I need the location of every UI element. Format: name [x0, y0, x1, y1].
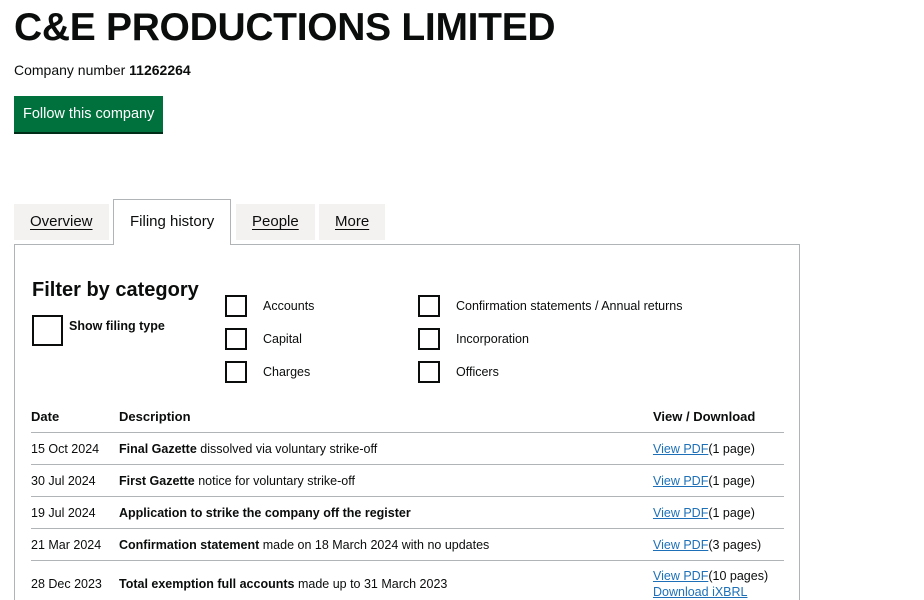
filing-detail: notice for voluntary strike-off — [194, 474, 355, 488]
filing-detail: made up to 31 March 2023 — [294, 577, 448, 591]
tab-overview[interactable]: Overview — [14, 204, 109, 240]
view-pdf-link[interactable]: View PDF — [653, 569, 708, 583]
filing-description: Application to strike the company off th… — [119, 506, 411, 520]
view-download: View PDF(3 pages) — [653, 538, 761, 552]
filing-detail: made on 18 March 2024 with no updates — [259, 538, 490, 552]
page-count: (1 page) — [708, 442, 755, 456]
tab-filing-history[interactable]: Filing history — [113, 199, 232, 245]
table-row: 15 Oct 2024 Final Gazette dissolved via … — [31, 432, 784, 464]
filing-date: 19 Jul 2024 — [31, 506, 96, 520]
company-name: C&E PRODUCTIONS LIMITED — [14, 6, 556, 49]
column-header-view-download: View / Download — [653, 409, 756, 424]
download-ixbrl-link[interactable]: Download iXBRL — [653, 585, 748, 599]
filing-type: Application to strike the company off th… — [119, 506, 411, 520]
column-header-date: Date — [31, 409, 60, 424]
page-count: (10 pages) — [708, 569, 769, 583]
filing-description: First Gazette notice for voluntary strik… — [119, 474, 355, 488]
show-filing-type-checkbox[interactable] — [32, 315, 63, 346]
page-count: (3 pages) — [708, 538, 762, 552]
category-officers[interactable]: Officers — [418, 361, 499, 383]
filing-type: Total exemption full accounts — [119, 577, 295, 591]
filing-type: Final Gazette — [119, 442, 197, 456]
view-pdf-link[interactable]: View PDF — [653, 474, 708, 488]
filing-type: First Gazette — [119, 474, 195, 488]
filing-date: 30 Jul 2024 — [31, 474, 96, 488]
table-row: 28 Dec 2023 Total exemption full account… — [31, 560, 784, 600]
follow-company-button[interactable]: Follow this company — [14, 96, 164, 132]
category-capital-checkbox[interactable] — [225, 328, 247, 350]
tab-more[interactable]: More — [319, 204, 386, 240]
tab-people[interactable]: People — [236, 204, 315, 240]
company-number-label: Company number — [14, 62, 126, 78]
category-charges-checkbox[interactable] — [225, 361, 247, 383]
category-officers-checkbox[interactable] — [418, 361, 440, 383]
table-row: 30 Jul 2024 First Gazette notice for vol… — [31, 464, 784, 496]
filing-description: Final Gazette dissolved via voluntary st… — [119, 442, 377, 456]
category-incorporation[interactable]: Incorporation — [418, 328, 529, 350]
category-label: Accounts — [263, 299, 315, 313]
view-pdf-link[interactable]: View PDF — [653, 506, 708, 520]
view-pdf-link[interactable]: View PDF — [653, 538, 708, 552]
filing-date: 15 Oct 2024 — [31, 442, 100, 456]
filing-description: Total exemption full accounts made up to… — [119, 577, 447, 591]
category-label: Confirmation statements / Annual returns — [456, 299, 683, 313]
category-accounts[interactable]: Accounts — [225, 295, 314, 317]
table-row: 21 Mar 2024 Confirmation statement made … — [31, 528, 784, 560]
category-capital[interactable]: Capital — [225, 328, 302, 350]
category-label: Incorporation — [456, 332, 529, 346]
filing-detail: dissolved via voluntary strike-off — [196, 442, 378, 456]
category-confirmation-statements-checkbox[interactable] — [418, 295, 440, 317]
column-header-description: Description — [119, 409, 191, 424]
table-row: 19 Jul 2024 Application to strike the co… — [31, 496, 784, 528]
view-download: View PDF(10 pages) — [653, 569, 768, 583]
category-charges[interactable]: Charges — [225, 361, 310, 383]
category-label: Charges — [263, 365, 311, 379]
view-download: View PDF(1 page) — [653, 506, 755, 520]
category-label: Officers — [456, 365, 499, 379]
tab-bar: Overview Filing history People More — [14, 199, 800, 245]
view-download: View PDF(1 page) — [653, 474, 755, 488]
filing-date: 21 Mar 2024 — [31, 538, 102, 552]
category-confirmation-statements[interactable]: Confirmation statements / Annual returns — [418, 295, 683, 317]
filing-history-panel: Filter by category Show filing type Acco… — [14, 244, 800, 600]
category-incorporation-checkbox[interactable] — [418, 328, 440, 350]
category-accounts-checkbox[interactable] — [225, 295, 247, 317]
show-filing-type-label: Show filing type — [69, 318, 165, 333]
filing-description: Confirmation statement made on 18 March … — [119, 538, 489, 552]
category-label: Capital — [263, 332, 302, 346]
company-number-value: 11262264 — [129, 62, 191, 78]
filing-date: 28 Dec 2023 — [31, 577, 102, 591]
page-count: (1 page) — [708, 474, 755, 488]
view-download: View PDF(1 page) — [653, 442, 755, 456]
view-pdf-link[interactable]: View PDF — [653, 442, 708, 456]
show-filing-type-toggle[interactable]: Show filing type — [32, 315, 165, 346]
company-number: Company number 11262264 — [14, 62, 191, 78]
filter-heading: Filter by category — [32, 279, 199, 301]
filing-type: Confirmation statement — [119, 538, 260, 552]
page-count: (1 page) — [708, 506, 755, 520]
